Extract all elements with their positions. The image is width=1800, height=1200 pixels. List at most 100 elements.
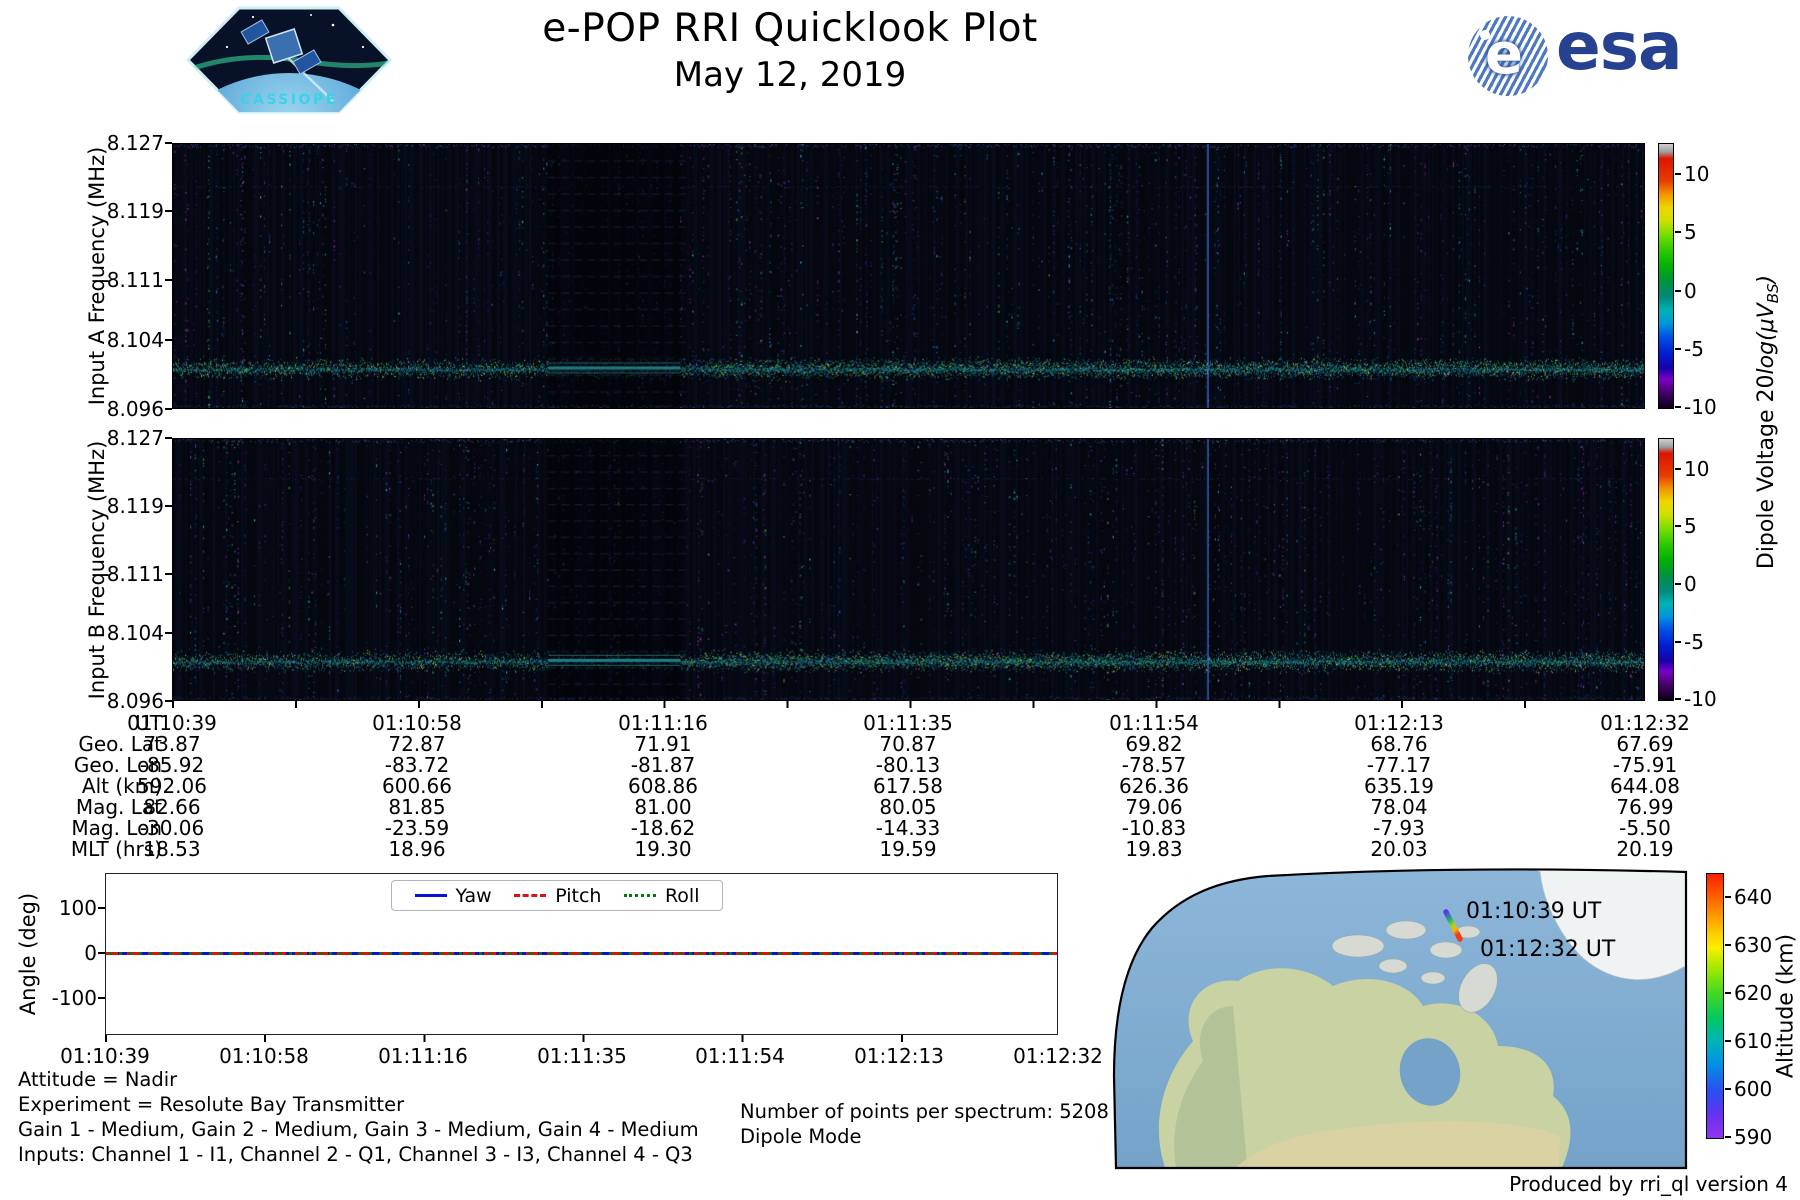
cell: -77.17 (1366, 753, 1432, 777)
cell: 73.87 (143, 732, 201, 756)
altitude-colorbar-label: Altitude (km) (1773, 933, 1799, 1079)
input-b-spectrogram-canvas (173, 439, 1644, 700)
spec-b-ytick: 8.111 (78, 563, 172, 585)
cb-label-sub: BS (1764, 283, 1783, 304)
track-start-label: 01:10:39 UT (1466, 899, 1602, 924)
cell: 617.58 (873, 774, 943, 798)
track-end-label: 01:12:32 UT (1480, 937, 1616, 962)
spec-b-ytick: 8.104 (78, 622, 172, 644)
cell: 79.06 (1125, 795, 1183, 819)
esa-wordmark: esa (1556, 8, 1683, 85)
spec-b-ytick: 8.127 (78, 427, 172, 449)
page-title: e-POP RRI Quicklook Plot (542, 6, 1038, 51)
cell: -83.72 (384, 753, 450, 777)
cell: -23.59 (384, 816, 450, 840)
angle-xtick: 01:11:35 (537, 1044, 627, 1068)
angle-ytick: -100 (11, 987, 105, 1009)
cb-a-tick: -5 (1675, 337, 1704, 361)
cell: 68.76 (1370, 732, 1428, 756)
legend-item-pitch: Pitch (514, 885, 601, 907)
cell: 01:11:35 (863, 711, 953, 735)
angle-zero-line (106, 952, 1057, 956)
spec-b-ytick: 8.119 (78, 495, 172, 517)
page-date: May 12, 2019 (673, 55, 907, 95)
cb-a-tick: -10 (1675, 395, 1717, 419)
cb-label-paren: (μV (1753, 303, 1779, 341)
cell: -81.87 (630, 753, 696, 777)
cell: -5.50 (1619, 816, 1671, 840)
cb-label-pre: Dipole Voltage 20 (1753, 374, 1779, 570)
dipole-voltage-colorbar-label: Dipole Voltage 20log(μVBS) (1754, 275, 1782, 569)
spec-a-ytick: 8.104 (78, 329, 172, 351)
inputs-note: Inputs: Channel 1 - I1, Channel 2 - Q1, … (18, 1143, 693, 1166)
angle-ytick: 0 (11, 942, 105, 964)
cb-b-tick: 10 (1674, 457, 1710, 481)
alt-tick: 630 (1724, 933, 1773, 957)
cell: 76.99 (1616, 795, 1674, 819)
produced-by-note: Produced by rri_ql version 4 (1509, 1172, 1788, 1196)
legend-label: Roll (664, 884, 700, 907)
cell: 01:12:13 (1354, 711, 1444, 735)
cell: 01:10:58 (372, 711, 462, 735)
quicklook-figure: CASSIOPE e-POP RRI Quicklook Plot May 12… (0, 0, 1800, 1200)
roll-line-swatch-icon (623, 894, 656, 897)
spectrogram-x-ticks (172, 701, 1647, 708)
legend-label: Yaw (455, 884, 492, 907)
cell: 19.59 (879, 837, 937, 861)
input-b-spectrogram (172, 438, 1645, 701)
cb-label-post: ) (1753, 274, 1779, 284)
cell: 19.83 (1125, 837, 1183, 861)
alt-tick: 590 (1724, 1125, 1773, 1149)
alt-tick: 640 (1724, 885, 1773, 909)
angle-x-ticks (105, 1035, 1060, 1042)
angle-ytick: 100 (11, 897, 105, 919)
cb-a-tick: 10 (1674, 162, 1710, 186)
angle-xtick: 01:11:54 (695, 1044, 785, 1068)
cell: 01:11:16 (618, 711, 708, 735)
angle-xtick: 01:10:39 (60, 1044, 150, 1068)
cell: 608.86 (628, 774, 698, 798)
cell: 20.03 (1370, 837, 1428, 861)
points-note: Number of points per spectrum: 5208 (740, 1100, 1109, 1123)
angle-legend: Yaw Pitch Roll (391, 880, 723, 911)
legend-item-yaw: Yaw (414, 884, 492, 907)
cell: 01:12:32 (1600, 711, 1690, 735)
cell: 01:11:54 (1109, 711, 1199, 735)
legend-label: Pitch (555, 884, 602, 907)
attitude-note: Attitude = Nadir (18, 1068, 178, 1091)
esa-e-glyph: e (1485, 22, 1523, 87)
cell: 80.05 (879, 795, 937, 819)
altitude-colorbar (1706, 873, 1724, 1139)
cell: -7.93 (1373, 816, 1425, 840)
spec-a-ytick: 8.127 (78, 132, 172, 154)
cell: 20.19 (1616, 837, 1674, 861)
alt-tick: 600 (1724, 1077, 1773, 1101)
cell: 67.69 (1616, 732, 1674, 756)
cb-label-log: log (1753, 340, 1779, 375)
angle-plot: Yaw Pitch Roll (105, 873, 1058, 1035)
cell: 626.36 (1119, 774, 1189, 798)
angle-xtick: 01:11:16 (378, 1044, 468, 1068)
cell: 635.19 (1364, 774, 1434, 798)
legend-item-roll: Roll (623, 884, 700, 907)
cb-b-tick: -10 (1675, 687, 1717, 711)
cell: 600.66 (382, 774, 452, 798)
cell: 70.87 (879, 732, 937, 756)
cb-a-tick: 5 (1675, 220, 1697, 244)
input-a-spectrogram (172, 143, 1645, 409)
cell: 71.91 (634, 732, 692, 756)
cell: 18.53 (143, 837, 201, 861)
yaw-line-swatch-icon (414, 894, 447, 897)
cell: 69.82 (1125, 732, 1183, 756)
spec-b-ytick: 8.096 (78, 690, 172, 712)
alt-tick: 610 (1724, 1029, 1773, 1053)
cb-a-tick: 0 (1675, 279, 1697, 303)
cell: 82.66 (143, 795, 201, 819)
angle-xtick: 01:12:13 (854, 1044, 944, 1068)
cell: -78.57 (1121, 753, 1187, 777)
spec-a-ytick: 8.111 (78, 269, 172, 291)
alt-tick: 620 (1724, 981, 1773, 1005)
ground-track-map: 01:10:39 UT 01:12:32 UT (1112, 868, 1688, 1170)
dipole-colorbar-b (1658, 438, 1674, 701)
spec-a-ytick: 8.096 (78, 398, 172, 420)
